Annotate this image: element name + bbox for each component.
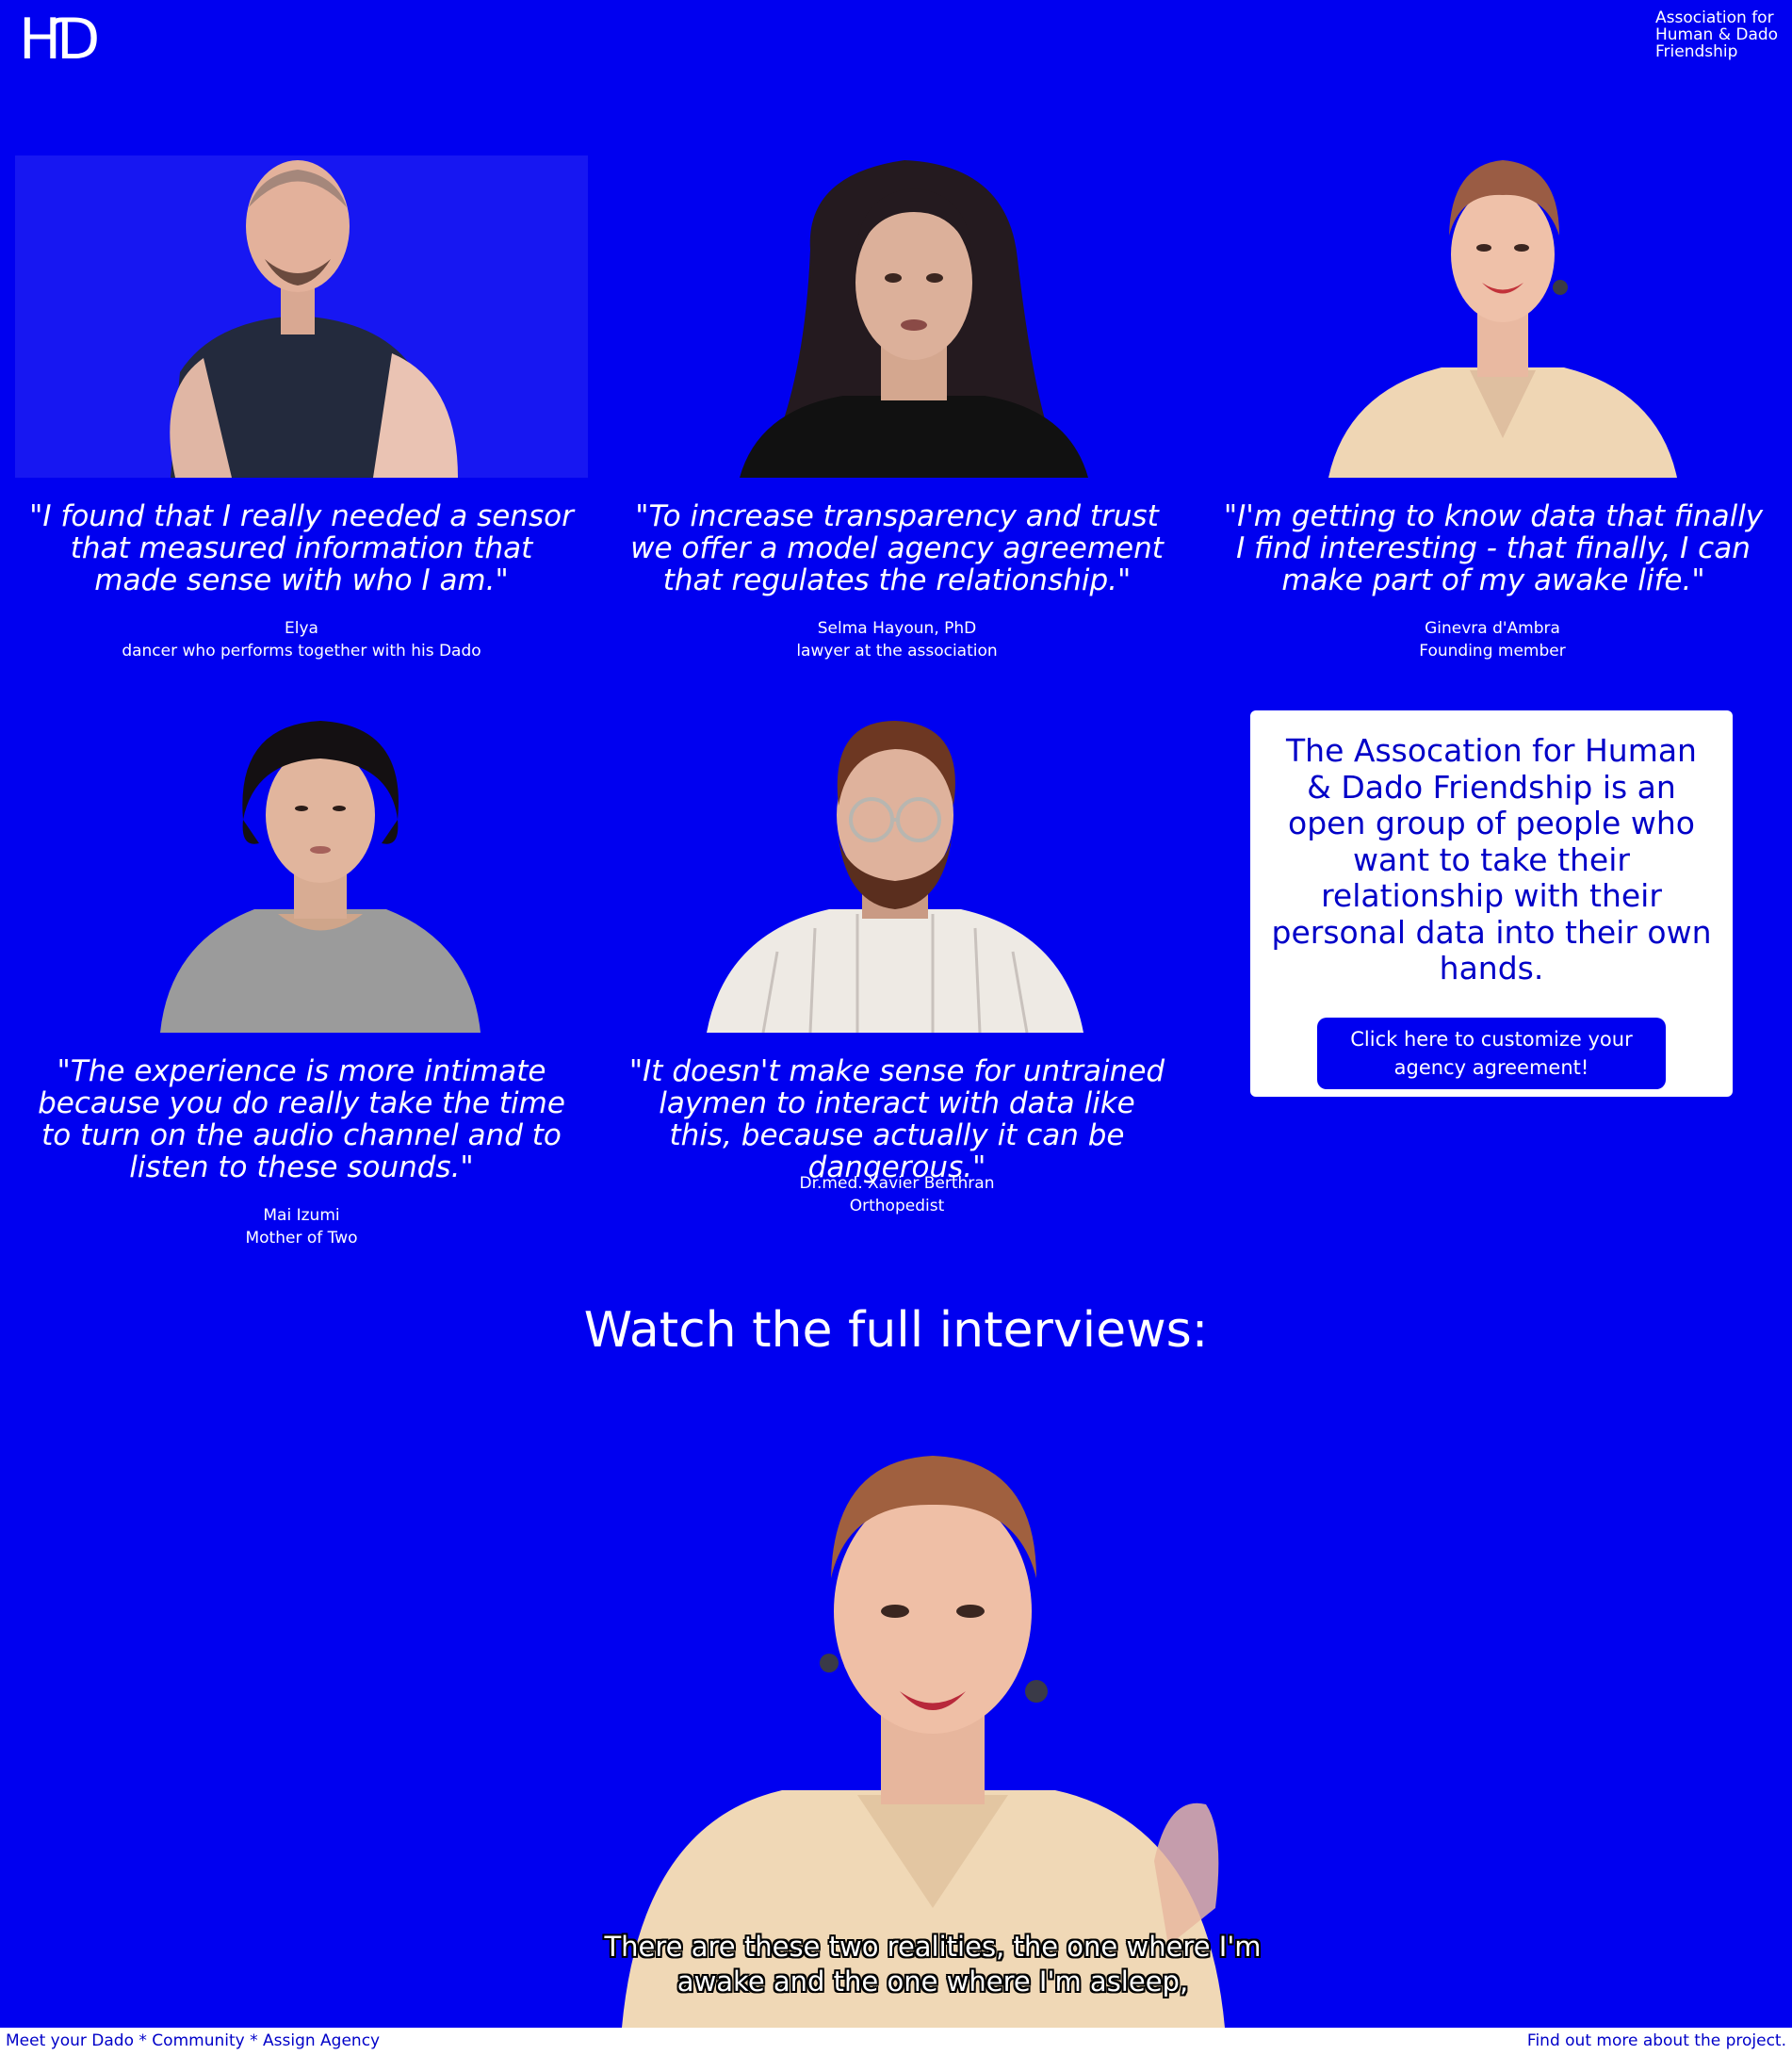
testimonial-attribution: Mai Izumi Mother of Two	[19, 1204, 584, 1249]
footer-nav: Meet your Dado * Community * Assign Agen…	[6, 2028, 380, 2055]
testimonial-name: Elya	[285, 619, 318, 638]
video-subtitle: There are these two realities, the one w…	[604, 1931, 1262, 1998]
testimonial-attribution: Selma Hayoun, PhD lawyer at the associat…	[614, 617, 1180, 662]
interviews-heading: Watch the full interviews:	[583, 1302, 1209, 1359]
org-name: Association for Human & Dado Friendship	[1655, 8, 1779, 61]
testimonial-role: Mother of Two	[245, 1229, 358, 1248]
find-out-more-link[interactable]: Find out more about the project.	[1527, 2028, 1786, 2055]
testimonial-quote: "I'm getting to know data that finally I…	[1223, 499, 1764, 597]
nav-separator: *	[133, 2031, 153, 2050]
testimonial-role: dancer who performs together with his Da…	[122, 642, 481, 661]
portrait-elya	[15, 155, 588, 478]
nav-community[interactable]: Community	[152, 2031, 244, 2050]
testimonial-attribution: Ginevra d'Ambra Founding member	[1210, 617, 1775, 662]
footer: Meet your Dado * Community * Assign Agen…	[0, 2028, 1792, 2055]
portrait-selma	[740, 155, 1088, 478]
about-card: The Assocation for Human & Dado Friendsh…	[1250, 710, 1733, 1097]
testimonial-role: Orthopedist	[849, 1197, 945, 1215]
nav-separator: *	[244, 2031, 263, 2050]
nav-assign-agency[interactable]: Assign Agency	[263, 2031, 380, 2050]
interview-video[interactable]: There are these two realities, the one w…	[565, 1418, 1300, 2028]
customize-agreement-button[interactable]: Click here to customize your agency agre…	[1317, 1017, 1666, 1089]
portrait-xavier	[707, 716, 1083, 1033]
nav-meet-your-dado[interactable]: Meet your Dado	[6, 2031, 134, 2050]
testimonial-quote: "It doesn't make sense for untrained lay…	[628, 1054, 1165, 1184]
testimonial-attribution: Dr.med. Xavier Berthran Orthopedist	[614, 1172, 1180, 1217]
testimonial-quote: "I found that I really needed a sensor t…	[29, 499, 574, 597]
testimonial-attribution: Elya dancer who performs together with h…	[19, 617, 584, 662]
testimonial-quote: "To increase transparency and trust we o…	[630, 499, 1164, 597]
testimonial-name: Selma Hayoun, PhD	[817, 619, 977, 638]
logo[interactable]: HƊ	[19, 11, 100, 68]
portrait-ginevra	[1328, 155, 1677, 478]
testimonial-name: Dr.med. Xavier Berthran	[799, 1174, 995, 1193]
testimonial-name: Ginevra d'Ambra	[1425, 619, 1560, 638]
about-text: The Assocation for Human & Dado Friendsh…	[1271, 732, 1712, 987]
testimonial-role: Founding member	[1419, 642, 1566, 661]
testimonial-role: lawyer at the association	[796, 642, 998, 661]
testimonial-quote: "The experience is more intimate because…	[38, 1054, 565, 1184]
portrait-mai	[160, 716, 481, 1033]
testimonial-name: Mai Izumi	[263, 1206, 340, 1225]
